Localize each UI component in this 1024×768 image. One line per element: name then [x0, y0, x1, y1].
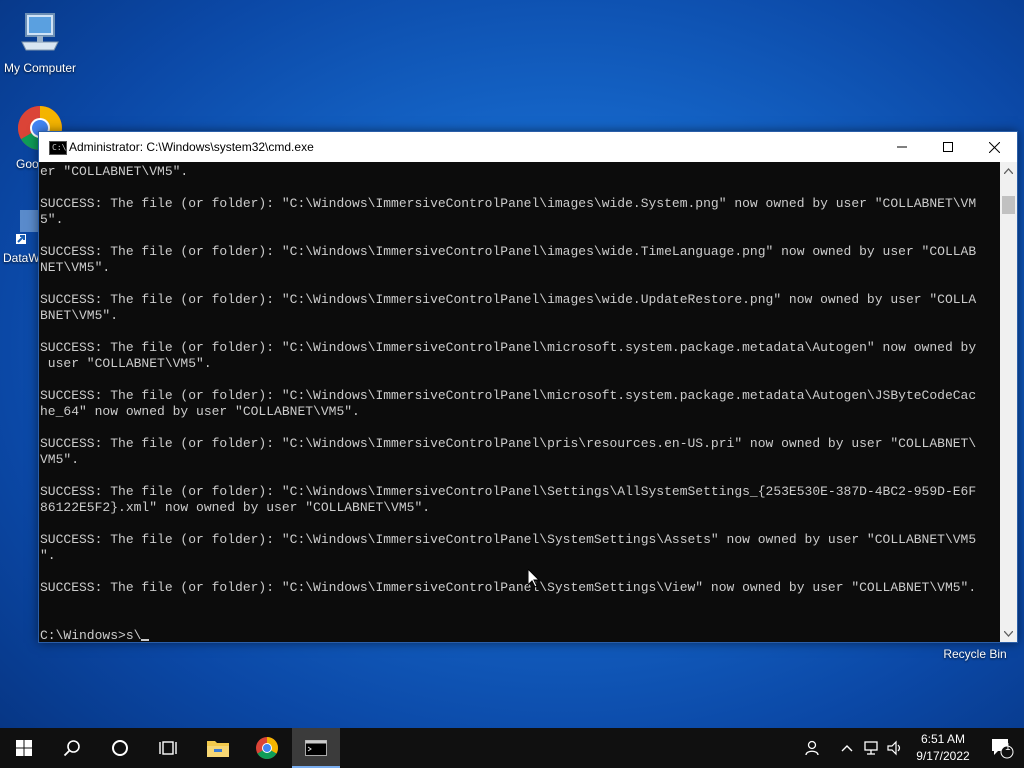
- minimize-button[interactable]: [879, 132, 925, 162]
- cmd-icon: [305, 740, 327, 756]
- console-line: SUCCESS: The file (or folder): "C:\Windo…: [40, 196, 977, 211]
- console-line: 5".: [40, 212, 64, 227]
- chevron-up-icon: [841, 745, 853, 752]
- console-line: NET\VM5".: [40, 260, 111, 275]
- console-line: he_64" now owned by user "COLLABNET\VM5"…: [40, 404, 360, 419]
- computer-icon: [21, 13, 59, 51]
- windows-logo-icon: [16, 740, 32, 756]
- maximize-button[interactable]: [925, 132, 971, 162]
- clock-date: 9/17/2022: [916, 749, 970, 763]
- close-icon: [988, 141, 1000, 153]
- mouse-pointer-icon: [528, 569, 540, 588]
- search-icon: [63, 740, 80, 757]
- scroll-up-button[interactable]: [1000, 162, 1017, 179]
- desktop-icon-label: Recycle Bin: [943, 647, 1007, 661]
- file-explorer-button[interactable]: [194, 728, 242, 768]
- cmd-icon: C:\: [49, 141, 67, 155]
- console-text: er "COLLABNET\VM5". SUCCESS: The file (o…: [39, 162, 1000, 628]
- cortana-button[interactable]: [96, 728, 144, 768]
- console-output[interactable]: er "COLLABNET\VM5". SUCCESS: The file (o…: [39, 162, 1000, 642]
- task-view-button[interactable]: [144, 728, 192, 768]
- prompt-text: C:\Windows>s\: [40, 628, 142, 642]
- vertical-scrollbar[interactable]: [1000, 162, 1017, 642]
- console-line: BNET\VM5".: [40, 308, 119, 323]
- scroll-down-button[interactable]: [1000, 625, 1017, 642]
- minimize-icon: [897, 146, 907, 148]
- notification-count-badge: 1: [1005, 742, 1011, 753]
- start-button[interactable]: [0, 728, 48, 768]
- text-cursor: [141, 639, 150, 641]
- action-center-button[interactable]: 1: [980, 728, 1024, 768]
- maximize-icon: [943, 142, 953, 152]
- console-line: er "COLLABNET\VM5".: [40, 164, 189, 179]
- search-button[interactable]: [48, 728, 96, 768]
- people-icon: [805, 740, 819, 756]
- console-line: SUCCESS: The file (or folder): "C:\Windo…: [40, 436, 977, 451]
- volume-icon: [887, 740, 901, 756]
- title-bar[interactable]: C:\ Administrator: C:\Windows\system32\c…: [39, 132, 1017, 162]
- clock[interactable]: 6:51 AM 9/17/2022: [908, 731, 978, 765]
- scroll-thumb[interactable]: [1002, 196, 1015, 214]
- show-hidden-icons-button[interactable]: [838, 728, 856, 768]
- desktop-icon-label: My Computer: [3, 61, 77, 75]
- network-button[interactable]: [860, 728, 882, 768]
- chevron-up-icon: [1004, 167, 1013, 174]
- clock-time: 6:51 AM: [920, 732, 966, 746]
- taskbar: 6:51 AM 9/17/2022 1: [0, 728, 1024, 768]
- cmd-taskbar-button[interactable]: [292, 728, 340, 768]
- console-line: ".: [40, 548, 56, 563]
- console-line: user "COLLABNET\VM5".: [40, 356, 212, 371]
- folder-icon: [207, 741, 229, 757]
- console-line: SUCCESS: The file (or folder): "C:\Windo…: [40, 340, 977, 355]
- cmd-window[interactable]: C:\ Administrator: C:\Windows\system32\c…: [38, 131, 1018, 643]
- people-button[interactable]: [800, 728, 824, 768]
- command-prompt[interactable]: C:\Windows>s\: [39, 628, 1000, 642]
- chrome-icon: [256, 737, 278, 759]
- window-title: Administrator: C:\Windows\system32\cmd.e…: [69, 140, 314, 154]
- chevron-down-icon: [1004, 630, 1013, 637]
- network-icon: [864, 741, 878, 755]
- chrome-taskbar-button[interactable]: [243, 728, 291, 768]
- console-line: 86122E5F2}.xml" now owned by user "COLLA…: [40, 500, 431, 515]
- cortana-icon: [112, 740, 128, 756]
- console-line: VM5".: [40, 452, 80, 467]
- desktop-icon-my-computer[interactable]: My Computer: [0, 8, 80, 75]
- console-line: SUCCESS: The file (or folder): "C:\Windo…: [40, 484, 977, 499]
- console-line: SUCCESS: The file (or folder): "C:\Windo…: [40, 388, 977, 403]
- close-button[interactable]: [971, 132, 1017, 162]
- task-view-icon: [159, 741, 177, 755]
- console-line: SUCCESS: The file (or folder): "C:\Windo…: [40, 580, 977, 595]
- console-line: SUCCESS: The file (or folder): "C:\Windo…: [40, 532, 977, 547]
- volume-button[interactable]: [884, 728, 906, 768]
- console-line: SUCCESS: The file (or folder): "C:\Windo…: [40, 244, 977, 259]
- console-line: SUCCESS: The file (or folder): "C:\Windo…: [40, 292, 977, 307]
